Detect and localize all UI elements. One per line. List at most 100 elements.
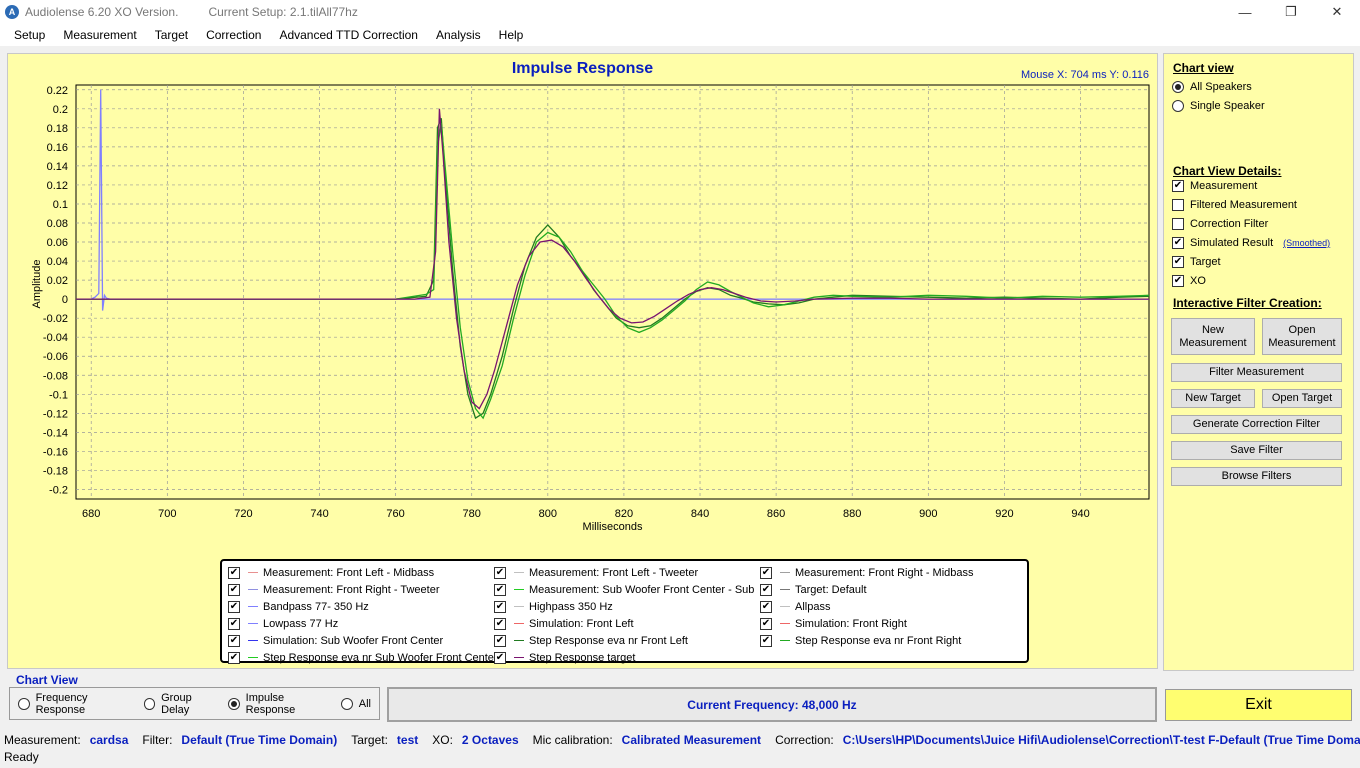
y-tick-label: -0.04 bbox=[43, 332, 68, 344]
legend-swatch bbox=[514, 640, 524, 641]
all-radio[interactable]: All bbox=[340, 697, 371, 710]
legend-checkbox[interactable]: ✔ bbox=[228, 600, 240, 613]
group-delay-radio[interactable]: Group Delay bbox=[143, 692, 221, 716]
maximize-button[interactable]: ❐ bbox=[1268, 0, 1314, 24]
menu-correction[interactable]: Correction bbox=[197, 24, 270, 46]
menu-help[interactable]: Help bbox=[490, 24, 533, 46]
chart-title: Impulse Response bbox=[511, 60, 654, 77]
detail-label: Correction Filter bbox=[1190, 218, 1269, 230]
legend-swatch bbox=[780, 623, 790, 624]
detail-option[interactable]: ✔ Target bbox=[1172, 256, 1221, 268]
impulse-response-radio[interactable]: Impulse Response bbox=[228, 692, 333, 716]
menu-measurement[interactable]: Measurement bbox=[54, 24, 145, 46]
detail-checkbox[interactable] bbox=[1172, 218, 1184, 230]
menu-target[interactable]: Target bbox=[146, 24, 197, 46]
new-measurement-button[interactable]: New Measurement bbox=[1171, 318, 1255, 355]
legend-checkbox[interactable]: ✔ bbox=[760, 583, 772, 596]
close-button[interactable]: ✕ bbox=[1314, 0, 1360, 24]
legend-swatch bbox=[514, 606, 524, 607]
legend-item[interactable]: ✔ Target: Default bbox=[760, 581, 867, 598]
legend-label: Simulation: Front Right bbox=[795, 617, 907, 630]
legend-swatch bbox=[248, 640, 258, 641]
status-ready: Ready bbox=[4, 750, 39, 764]
generate-correction-filter-button[interactable]: Generate Correction Filter bbox=[1171, 415, 1342, 434]
legend-checkbox[interactable]: ✔ bbox=[494, 634, 506, 647]
legend-item[interactable]: ✔ Measurement: Front Left - Tweeter bbox=[494, 564, 698, 581]
new-target-button[interactable]: New Target bbox=[1171, 389, 1255, 408]
legend-checkbox[interactable]: ✔ bbox=[760, 617, 772, 630]
legend-item[interactable]: ✔ Measurement: Front Right - Tweeter bbox=[228, 581, 439, 598]
legend-item[interactable]: ✔ Step Response target bbox=[494, 649, 635, 666]
legend-item[interactable]: ✔ Bandpass 77- 350 Hz bbox=[228, 598, 369, 615]
detail-checkbox[interactable]: ✔ bbox=[1172, 180, 1184, 192]
menu-analysis[interactable]: Analysis bbox=[427, 24, 490, 46]
correction-label: Correction: bbox=[775, 733, 834, 747]
radio-icon bbox=[1172, 81, 1184, 93]
open-measurement-button[interactable]: Open Measurement bbox=[1262, 318, 1342, 355]
x-tick-label: 720 bbox=[234, 508, 252, 520]
y-tick-label: -0.16 bbox=[43, 446, 68, 458]
detail-option[interactable]: Correction Filter bbox=[1172, 218, 1268, 230]
detail-checkbox[interactable]: ✔ bbox=[1172, 256, 1184, 268]
legend-checkbox[interactable]: ✔ bbox=[494, 617, 506, 630]
browse-filters-button[interactable]: Browse Filters bbox=[1171, 467, 1342, 486]
y-tick-label: -0.12 bbox=[43, 408, 68, 420]
legend-swatch bbox=[514, 572, 524, 573]
all-speakers-radio[interactable]: All Speakers bbox=[1172, 81, 1252, 93]
exit-button[interactable]: Exit bbox=[1165, 689, 1352, 721]
legend-checkbox[interactable]: ✔ bbox=[760, 634, 772, 647]
legend-item[interactable]: ✔ Simulation: Front Left bbox=[494, 615, 634, 632]
open-target-button[interactable]: Open Target bbox=[1262, 389, 1342, 408]
legend-item[interactable]: ✔ Lowpass 77 Hz bbox=[228, 615, 338, 632]
frequency-response-radio[interactable]: Frequency Response bbox=[18, 692, 136, 716]
smoothed-link[interactable]: (Smoothed) bbox=[1283, 238, 1330, 248]
legend-checkbox[interactable]: ✔ bbox=[494, 583, 506, 596]
y-tick-label: -0.02 bbox=[43, 313, 68, 325]
legend-label: Measurement: Front Right - Tweeter bbox=[263, 583, 440, 596]
impulse-response-chart[interactable]: 680 700 720 740 760 780 800 820 840 860 880 900 920 9… bbox=[8, 54, 1159, 554]
window-title: Audiolense 6.20 XO Version. bbox=[25, 5, 179, 19]
chart-view-details-heading: Chart View Details: bbox=[1173, 164, 1282, 178]
legend-item[interactable]: ✔ Simulation: Sub Woofer Front Center bbox=[228, 632, 443, 649]
legend-checkbox[interactable]: ✔ bbox=[228, 651, 240, 664]
legend-checkbox[interactable]: ✔ bbox=[228, 634, 240, 647]
legend-item[interactable]: ✔ Measurement: Front Right - Midbass bbox=[760, 564, 974, 581]
detail-checkbox[interactable]: ✔ bbox=[1172, 275, 1184, 287]
detail-option[interactable]: ✔ Simulated Result (Smoothed) bbox=[1172, 237, 1330, 249]
save-filter-button[interactable]: Save Filter bbox=[1171, 441, 1342, 460]
chart-legend: ✔ Measurement: Front Left - Midbass ✔ Measu… bbox=[220, 559, 1029, 666]
legend-checkbox[interactable]: ✔ bbox=[494, 651, 506, 664]
legend-label: Step Response eva nr Sub Woofer Front Ce… bbox=[263, 651, 498, 664]
legend-checkbox[interactable]: ✔ bbox=[228, 617, 240, 630]
detail-checkbox[interactable] bbox=[1172, 199, 1184, 211]
legend-item[interactable]: ✔ Step Response eva nr Sub Woofer Front C… bbox=[228, 649, 498, 666]
legend-item[interactable]: ✔ Measurement: Front Left - Midbass bbox=[228, 564, 434, 581]
legend-checkbox[interactable]: ✔ bbox=[228, 566, 240, 579]
minimize-button[interactable]: — bbox=[1222, 0, 1268, 24]
legend-checkbox[interactable]: ✔ bbox=[228, 583, 240, 596]
legend-checkbox[interactable]: ✔ bbox=[760, 600, 772, 613]
detail-option[interactable]: ✔ XO bbox=[1172, 275, 1206, 287]
legend-item[interactable]: ✔ Step Response eva nr Front Left bbox=[494, 632, 688, 649]
legend-checkbox[interactable]: ✔ bbox=[494, 566, 506, 579]
legend-checkbox[interactable]: ✔ bbox=[760, 566, 772, 579]
frequency-response-label: Frequency Response bbox=[35, 691, 88, 716]
detail-checkbox[interactable]: ✔ bbox=[1172, 237, 1184, 249]
detail-option[interactable]: ✔ Measurement bbox=[1172, 180, 1257, 192]
y-tick-label: 0.02 bbox=[47, 275, 68, 287]
legend-label: Simulation: Sub Woofer Front Center bbox=[263, 634, 444, 647]
legend-swatch bbox=[514, 657, 524, 658]
impulse-response-label: Impulse Response bbox=[245, 691, 296, 716]
menu-setup[interactable]: Setup bbox=[0, 24, 54, 46]
legend-item[interactable]: ✔ Measurement: Sub Woofer Front Center - … bbox=[494, 581, 754, 598]
single-speaker-radio[interactable]: Single Speaker bbox=[1172, 100, 1265, 112]
chart-view-label: Chart View bbox=[16, 673, 78, 687]
legend-item[interactable]: ✔ Allpass bbox=[760, 598, 830, 615]
legend-item[interactable]: ✔ Highpass 350 Hz bbox=[494, 598, 613, 615]
legend-item[interactable]: ✔ Simulation: Front Right bbox=[760, 615, 907, 632]
menu-advanced-ttd-correction[interactable]: Advanced TTD Correction bbox=[270, 24, 427, 46]
legend-checkbox[interactable]: ✔ bbox=[494, 600, 506, 613]
legend-item[interactable]: ✔ Step Response eva nr Front Right bbox=[760, 632, 961, 649]
filter-measurement-button[interactable]: Filter Measurement bbox=[1171, 363, 1342, 382]
detail-option[interactable]: Filtered Measurement bbox=[1172, 199, 1297, 211]
